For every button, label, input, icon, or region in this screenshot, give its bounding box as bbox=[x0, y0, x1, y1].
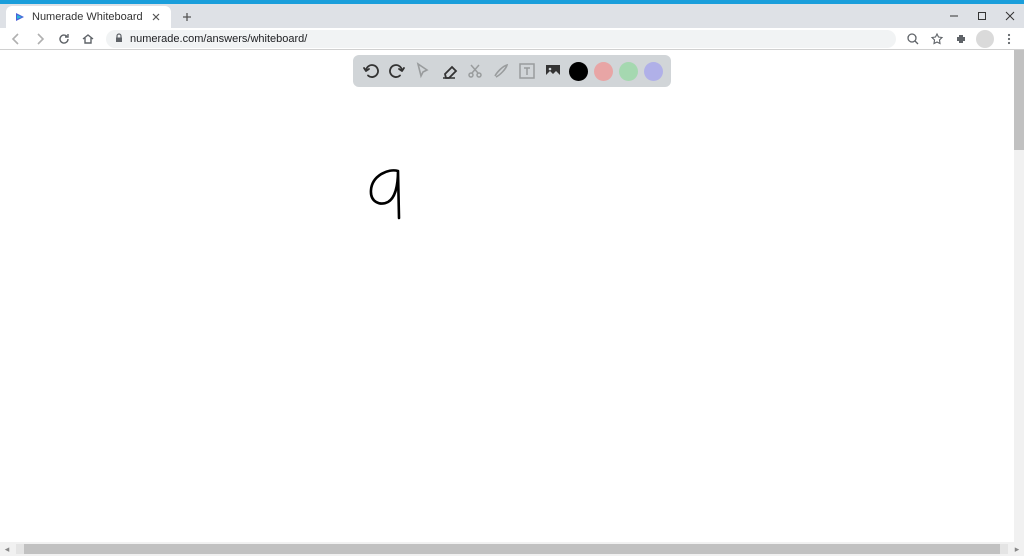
color-black[interactable] bbox=[569, 62, 588, 81]
horizontal-scroll-track[interactable] bbox=[16, 544, 1008, 554]
lock-icon bbox=[114, 32, 124, 46]
vertical-scroll-thumb[interactable] bbox=[1014, 50, 1024, 150]
window-controls bbox=[940, 4, 1024, 28]
numerade-favicon bbox=[14, 11, 26, 23]
maximize-button[interactable] bbox=[968, 4, 996, 28]
text-tool[interactable] bbox=[515, 59, 539, 83]
forward-button[interactable] bbox=[30, 29, 50, 49]
scroll-right-arrow[interactable]: ▸ bbox=[1010, 544, 1024, 555]
scroll-left-arrow[interactable]: ◂ bbox=[0, 544, 14, 555]
bookmark-icon[interactable] bbox=[928, 30, 946, 48]
undo-button[interactable] bbox=[359, 59, 383, 83]
close-window-button[interactable] bbox=[996, 4, 1024, 28]
handwritten-stroke-a bbox=[368, 168, 408, 223]
horizontal-scroll-thumb[interactable] bbox=[24, 544, 1000, 554]
tab-title: Numerade Whiteboard bbox=[32, 11, 143, 23]
new-tab-button[interactable] bbox=[175, 6, 199, 28]
redo-button[interactable] bbox=[385, 59, 409, 83]
browser-toolbar: numerade.com/answers/whiteboard/ bbox=[0, 28, 1024, 50]
page-viewport bbox=[0, 50, 1024, 542]
whiteboard-canvas[interactable] bbox=[0, 50, 1024, 542]
reload-button[interactable] bbox=[54, 29, 74, 49]
home-button[interactable] bbox=[78, 29, 98, 49]
close-tab-button[interactable] bbox=[149, 10, 163, 24]
browser-tab-active[interactable]: Numerade Whiteboard bbox=[6, 6, 171, 28]
url-text: numerade.com/answers/whiteboard/ bbox=[130, 33, 888, 45]
eraser-tool[interactable] bbox=[437, 59, 461, 83]
browser-tab-bar: Numerade Whiteboard bbox=[0, 4, 1024, 28]
minimize-button[interactable] bbox=[940, 4, 968, 28]
whiteboard-toolbar bbox=[353, 55, 671, 87]
horizontal-scrollbar[interactable]: ◂ ▸ bbox=[0, 542, 1024, 556]
color-green[interactable] bbox=[619, 62, 638, 81]
profile-avatar[interactable] bbox=[976, 30, 994, 48]
back-button[interactable] bbox=[6, 29, 26, 49]
brush-tool[interactable] bbox=[489, 59, 513, 83]
address-bar[interactable]: numerade.com/answers/whiteboard/ bbox=[106, 30, 896, 48]
image-tool[interactable] bbox=[541, 59, 565, 83]
extensions-icon[interactable] bbox=[952, 30, 970, 48]
color-pink[interactable] bbox=[594, 62, 613, 81]
cut-tool[interactable] bbox=[463, 59, 487, 83]
zoom-icon[interactable] bbox=[904, 30, 922, 48]
vertical-scrollbar[interactable] bbox=[1014, 50, 1024, 542]
menu-icon[interactable] bbox=[1000, 30, 1018, 48]
color-purple[interactable] bbox=[644, 62, 663, 81]
pointer-tool[interactable] bbox=[411, 59, 435, 83]
